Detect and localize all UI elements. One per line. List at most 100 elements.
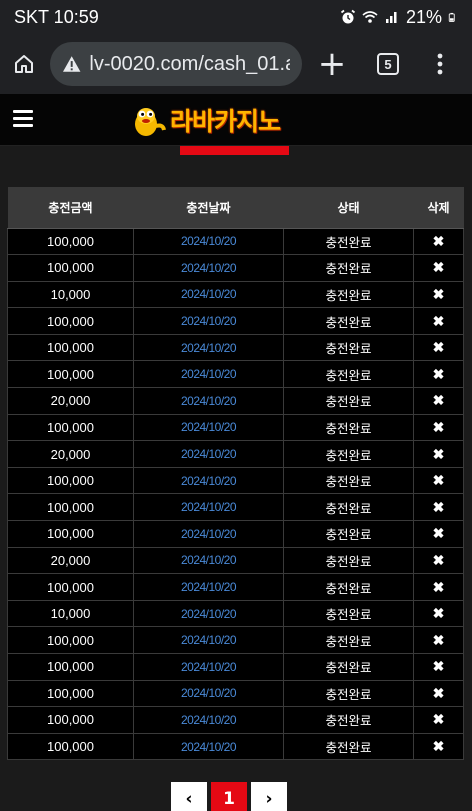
delete-icon[interactable]: ✖ [413, 333, 464, 362]
table-row: 20,000 2024/10/20 충전완료 ✖ [7, 546, 464, 575]
amount-cell: 20,000 [7, 440, 134, 468]
table-row: 100,000 2024/10/20 충전완료 ✖ [7, 254, 464, 282]
status-cell: 충전완료 [283, 599, 414, 628]
prev-page-button[interactable]: ‹ [171, 782, 207, 811]
status-cell: 충전완료 [283, 626, 414, 654]
amount-cell: 100,000 [7, 466, 134, 495]
amount-cell: 100,000 [7, 679, 134, 708]
table-row: 100,000 2024/10/20 충전완료 ✖ [7, 227, 464, 256]
delete-icon[interactable]: ✖ [413, 466, 464, 495]
delete-icon[interactable]: ✖ [413, 546, 464, 575]
date-cell: 2024/10/20 [133, 360, 284, 389]
amount-cell: 100,000 [7, 227, 134, 256]
next-page-button[interactable]: › [251, 782, 287, 811]
url-text: lv-0020.com/cash_01.a [89, 52, 290, 75]
delete-icon[interactable]: ✖ [413, 360, 464, 389]
table-row: 100,000 2024/10/20 충전완료 ✖ [7, 466, 464, 495]
date-cell: 2024/10/20 [133, 280, 284, 309]
amount-cell: 100,000 [7, 493, 134, 522]
table-row: 100,000 2024/10/20 충전완료 ✖ [7, 679, 464, 708]
amount-cell: 20,000 [7, 546, 134, 575]
status-cell: 충전완료 [283, 387, 414, 415]
table-row: 100,000 2024/10/20 충전완료 ✖ [7, 520, 464, 548]
date-cell: 2024/10/20 [133, 413, 284, 442]
browser-menu-button[interactable] [420, 42, 460, 86]
date-cell: 2024/10/20 [133, 307, 284, 335]
tab-switcher-button[interactable]: 5 [366, 42, 410, 86]
pagination: ‹ 1 › [171, 782, 287, 811]
table-row: 100,000 2024/10/20 충전완료 ✖ [7, 307, 464, 335]
table-row: 10,000 2024/10/20 충전완료 ✖ [7, 599, 464, 628]
status-cell: 충전완료 [283, 706, 414, 734]
wifi-icon [362, 11, 378, 23]
table-row: 100,000 2024/10/20 충전완료 ✖ [7, 732, 464, 761]
new-tab-button[interactable]: + [308, 42, 356, 86]
status-cell: 충전완료 [283, 493, 414, 522]
date-cell: 2024/10/20 [133, 440, 284, 468]
date-cell: 2024/10/20 [133, 732, 284, 761]
table-row: 100,000 2024/10/20 충전완료 ✖ [7, 653, 464, 681]
table-row: 100,000 2024/10/20 충전완료 ✖ [7, 360, 464, 389]
plus-icon: + [317, 44, 347, 84]
header-amount: 충전금액 [7, 187, 134, 229]
delete-icon[interactable]: ✖ [413, 254, 464, 282]
home-button[interactable] [2, 42, 46, 86]
site-logo[interactable]: 라바카지노 [130, 100, 340, 140]
amount-cell: 100,000 [7, 626, 134, 654]
table-row: 10,000 2024/10/20 충전완료 ✖ [7, 280, 464, 309]
delete-icon[interactable]: ✖ [413, 307, 464, 335]
delete-icon[interactable]: ✖ [413, 679, 464, 708]
android-status-bar: SKT 10:59 21% [0, 0, 472, 34]
delete-icon[interactable]: ✖ [413, 573, 464, 601]
delete-icon[interactable]: ✖ [413, 280, 464, 309]
home-icon [15, 55, 33, 73]
charge-history-table: 충전금액 충전날짜 상태 삭제 100,000 2024/10/20 충전완료 ✖ 10… [7, 187, 464, 761]
tabs-icon: 5 [377, 53, 399, 75]
address-bar[interactable]: lv-0020.com/cash_01.a [50, 42, 302, 86]
date-cell: 2024/10/20 [133, 546, 284, 575]
overflow-menu-icon [437, 53, 443, 75]
date-cell: 2024/10/20 [133, 599, 284, 628]
battery-icon [448, 12, 455, 22]
warning-icon [62, 56, 81, 72]
delete-icon[interactable]: ✖ [413, 706, 464, 734]
status-cell: 충전완료 [283, 280, 414, 309]
status-cell: 충전완료 [283, 307, 414, 335]
hamburger-menu-icon[interactable] [13, 110, 33, 128]
table-row: 100,000 2024/10/20 충전완료 ✖ [7, 333, 464, 362]
signal-icon [385, 12, 397, 23]
delete-icon[interactable]: ✖ [413, 413, 464, 442]
status-cell: 충전완료 [283, 546, 414, 575]
status-cell: 충전완료 [283, 466, 414, 495]
date-cell: 2024/10/20 [133, 520, 284, 548]
delete-icon[interactable]: ✖ [413, 227, 464, 256]
amount-cell: 100,000 [7, 333, 134, 362]
delete-icon[interactable]: ✖ [413, 732, 464, 761]
delete-icon[interactable]: ✖ [413, 493, 464, 522]
table-row: 100,000 2024/10/20 충전완료 ✖ [7, 573, 464, 601]
logo-text: 라바카지노 [170, 107, 281, 136]
delete-icon[interactable]: ✖ [413, 626, 464, 654]
status-cell: 충전완료 [283, 573, 414, 601]
header-delete: 삭제 [413, 187, 464, 229]
delete-icon[interactable]: ✖ [413, 653, 464, 681]
date-cell: 2024/10/20 [133, 493, 284, 522]
date-cell: 2024/10/20 [133, 254, 284, 282]
page-1-button[interactable]: 1 [211, 782, 247, 811]
section-accent-bar [180, 146, 289, 155]
amount-cell: 100,000 [7, 573, 134, 601]
table-header-row: 충전금액 충전날짜 상태 삭제 [7, 187, 464, 229]
table-row: 100,000 2024/10/20 충전완료 ✖ [7, 493, 464, 522]
amount-cell: 100,000 [7, 732, 134, 761]
delete-icon[interactable]: ✖ [413, 520, 464, 548]
table-row: 20,000 2024/10/20 충전완료 ✖ [7, 387, 464, 415]
carrier-time: SKT 10:59 [14, 6, 99, 27]
battery-percent: 21% [405, 6, 442, 27]
header-date: 충전날짜 [133, 187, 284, 229]
date-cell: 2024/10/20 [133, 706, 284, 734]
delete-icon[interactable]: ✖ [413, 440, 464, 468]
amount-cell: 10,000 [7, 280, 134, 309]
status-cell: 충전완료 [283, 254, 414, 282]
delete-icon[interactable]: ✖ [413, 599, 464, 628]
delete-icon[interactable]: ✖ [413, 387, 464, 415]
